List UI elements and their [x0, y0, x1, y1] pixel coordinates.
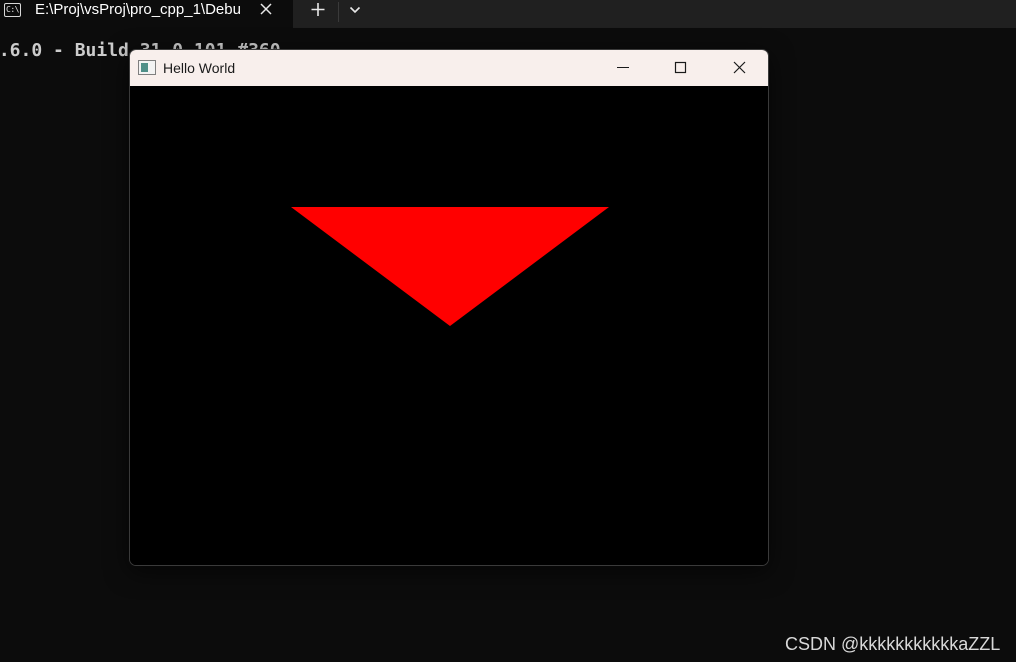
watermark-text: CSDN @kkkkkkkkkkkaZZL [785, 634, 1001, 654]
tab-close-icon[interactable] [256, 0, 276, 20]
terminal-icon: C:\ [4, 3, 21, 17]
minimize-icon [617, 66, 629, 69]
render-canvas [130, 86, 768, 565]
window-title: Hello World [163, 60, 236, 76]
canvas-drawing [291, 207, 609, 326]
new-tab-plus-icon[interactable] [306, 0, 330, 20]
terminal-icon-label: C:\ [6, 5, 19, 14]
minimize-button[interactable] [594, 50, 652, 86]
window-title-bar[interactable]: Hello World [130, 50, 768, 86]
hello-world-window[interactable]: Hello World [129, 49, 769, 566]
maximize-button[interactable] [652, 50, 710, 86]
window-app-icon [138, 60, 156, 75]
red-triangle [291, 207, 609, 326]
tab-separator [338, 2, 339, 22]
close-window-button[interactable] [710, 50, 768, 86]
chevron-down-icon[interactable] [345, 0, 365, 20]
terminal-tab-bar: C:\ E:\Proj\vsProj\pro_cpp_1\Debu [0, 0, 1016, 28]
maximize-icon [674, 61, 687, 74]
terminal-tab-title: E:\Proj\vsProj\pro_cpp_1\Debu [35, 1, 241, 18]
terminal-tab[interactable]: C:\ E:\Proj\vsProj\pro_cpp_1\Debu [0, 0, 293, 28]
close-icon [733, 61, 746, 74]
